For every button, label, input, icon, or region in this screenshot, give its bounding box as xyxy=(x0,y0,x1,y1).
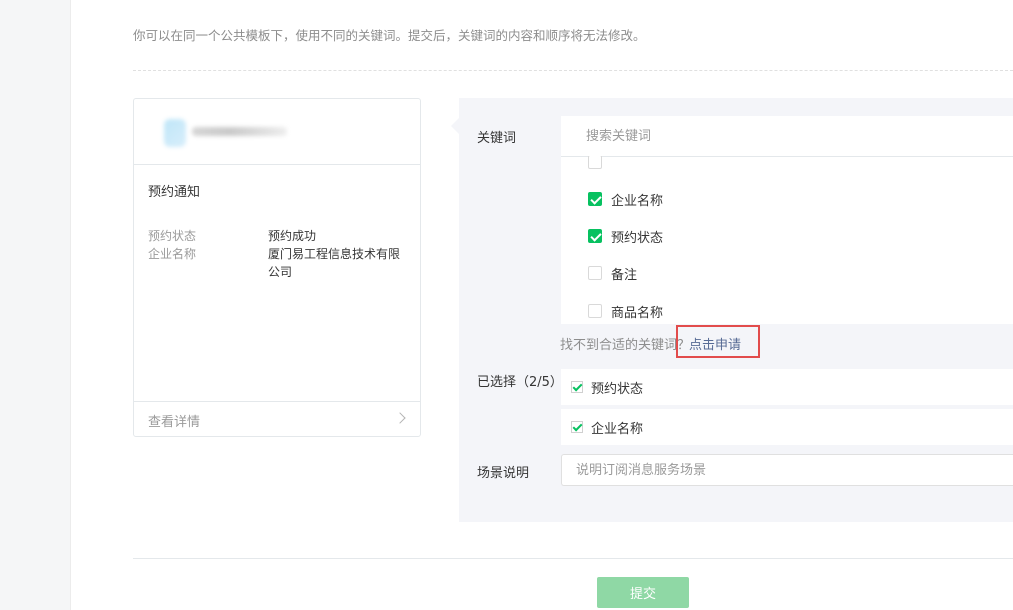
account-name-blurred xyxy=(192,127,287,136)
selected-item[interactable]: 预约状态 xyxy=(561,369,1013,405)
scene-field xyxy=(561,454,1013,486)
submit-button[interactable]: 提交 xyxy=(597,577,689,608)
field-value: 厦门易工程信息技术有限公司 xyxy=(268,247,401,279)
page-hint: 你可以在同一个公共模板下，使用不同的关键词。提交后，关键词的内容和顺序将无法修改… xyxy=(133,28,646,43)
divider xyxy=(133,70,1013,71)
keywords-label: 关键词 xyxy=(477,131,517,146)
left-sidebar xyxy=(0,0,71,610)
selected-item-label: 预约状态 xyxy=(591,381,644,397)
scene-input[interactable] xyxy=(562,455,1013,485)
keyword-options: 企业名称 预约状态 备注 商品名称 xyxy=(561,156,1013,324)
view-details-link[interactable]: 查看详情 xyxy=(134,401,420,436)
checkbox[interactable] xyxy=(588,156,602,169)
avatar xyxy=(164,119,186,147)
checkbox-checked[interactable] xyxy=(588,192,602,206)
view-details-label: 查看详情 xyxy=(148,415,201,430)
field-label: 预约状态 xyxy=(148,229,197,243)
keyword-option[interactable] xyxy=(588,156,611,172)
selected-item[interactable]: 企业名称 xyxy=(561,409,1013,445)
scene-label: 场景说明 xyxy=(477,466,530,481)
keyword-list: 企业名称 预约状态 备注 商品名称 xyxy=(561,116,1013,324)
check-icon xyxy=(571,421,583,433)
checkbox[interactable] xyxy=(588,304,602,318)
keyword-option-label: 备注 xyxy=(611,267,638,283)
chevron-right-icon xyxy=(394,412,406,424)
template-preview-card: 预约通知 预约状态 预约成功 企业名称 厦门易工程信息技术有限公司 查看详情 xyxy=(133,98,421,437)
card-header xyxy=(134,99,420,165)
selected-label: 已选择（2/5） xyxy=(477,375,563,390)
keyword-option[interactable]: 企业名称 xyxy=(588,189,663,209)
checkbox[interactable] xyxy=(588,266,602,280)
keyword-option-label: 预约状态 xyxy=(611,230,664,246)
highlight-box xyxy=(676,325,760,358)
cant-find-text: 找不到合适的关键词？ xyxy=(560,338,691,353)
keyword-search xyxy=(561,116,1013,157)
check-icon xyxy=(571,381,583,393)
panel-pointer xyxy=(451,118,459,134)
keyword-option[interactable]: 商品名称 xyxy=(588,301,663,321)
divider xyxy=(133,558,1013,559)
preview-title: 预约通知 xyxy=(148,185,201,200)
selected-item-label: 企业名称 xyxy=(591,421,644,437)
keyword-option[interactable]: 备注 xyxy=(588,263,637,283)
checkbox-checked[interactable] xyxy=(588,229,602,243)
field-label: 企业名称 xyxy=(148,247,197,261)
keyword-option-label: 商品名称 xyxy=(611,305,664,321)
field-value: 预约成功 xyxy=(268,229,317,243)
keyword-search-input[interactable] xyxy=(561,116,1013,156)
keyword-option[interactable]: 预约状态 xyxy=(588,226,663,246)
keyword-option-label: 企业名称 xyxy=(611,193,664,209)
